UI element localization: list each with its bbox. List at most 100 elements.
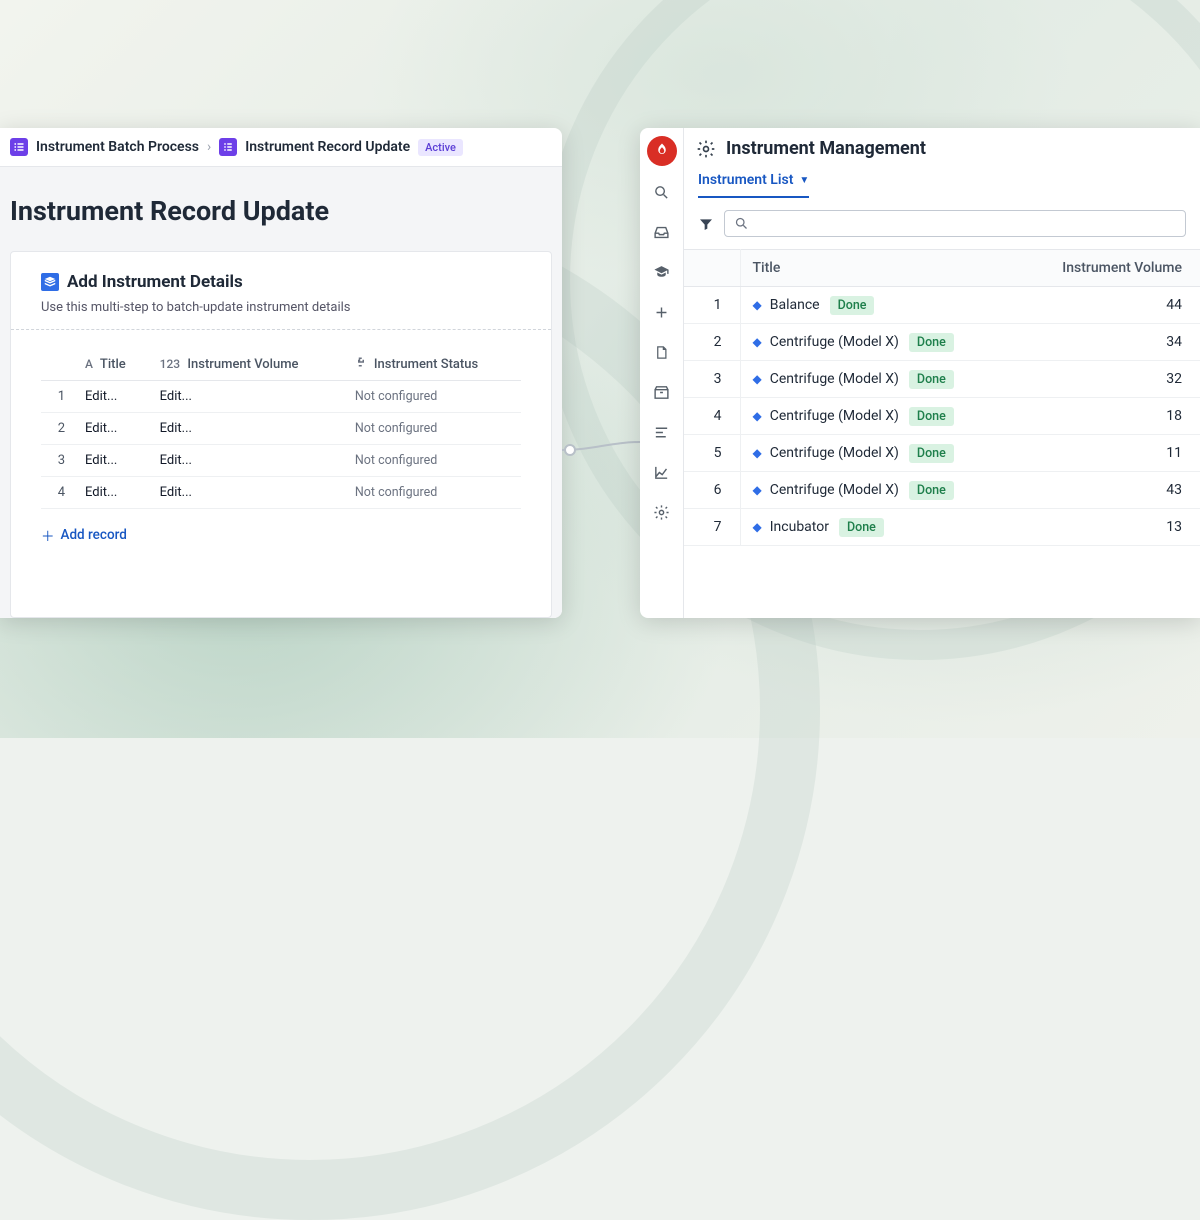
diamond-icon: ◆ bbox=[753, 446, 762, 460]
education-icon[interactable] bbox=[648, 258, 676, 286]
cell-volume[interactable]: Edit... bbox=[150, 413, 345, 445]
chevron-right-icon: › bbox=[207, 139, 211, 155]
cell-volume: 11 bbox=[1017, 435, 1200, 472]
status-pill: Done bbox=[830, 296, 875, 315]
link-type-icon bbox=[355, 357, 370, 371]
status-pill: Done bbox=[909, 333, 954, 352]
list-icon bbox=[10, 138, 28, 156]
cell-title[interactable]: ◆Centrifuge (Model X)Done bbox=[740, 361, 1017, 398]
row-index: 2 bbox=[41, 413, 75, 445]
cell-volume: 44 bbox=[1017, 287, 1200, 324]
cell-volume[interactable]: Edit... bbox=[150, 477, 345, 509]
cell-volume[interactable]: Edit... bbox=[150, 445, 345, 477]
panel-title: Instrument Management bbox=[726, 138, 926, 159]
breadcrumb: Instrument Batch Process › Instrument Re… bbox=[0, 128, 562, 167]
table-row[interactable]: 3◆Centrifuge (Model X)Done32 bbox=[684, 361, 1200, 398]
search-input[interactable] bbox=[724, 210, 1186, 237]
table-row: 1Edit...Edit...Not configured bbox=[41, 381, 521, 413]
cell-title[interactable]: ◆Centrifuge (Model X)Done bbox=[740, 324, 1017, 361]
search-icon[interactable] bbox=[648, 178, 676, 206]
row-index: 6 bbox=[684, 472, 740, 509]
col-status[interactable]: Instrument Status bbox=[345, 348, 521, 381]
caret-down-icon: ▼ bbox=[799, 175, 809, 186]
cell-volume[interactable]: Edit... bbox=[150, 381, 345, 413]
cell-title[interactable]: ◆Centrifuge (Model X)Done bbox=[740, 398, 1017, 435]
row-index: 1 bbox=[41, 381, 75, 413]
table-row[interactable]: 1◆BalanceDone44 bbox=[684, 287, 1200, 324]
page-title: Instrument Record Update bbox=[0, 167, 562, 251]
instrument-table: Title Instrument Volume 1◆BalanceDone442… bbox=[684, 249, 1200, 546]
col-volume[interactable]: Instrument Volume bbox=[1017, 250, 1200, 287]
diamond-icon: ◆ bbox=[753, 298, 762, 312]
diamond-icon: ◆ bbox=[753, 372, 762, 386]
status-badge: Active bbox=[418, 139, 463, 156]
nav-rail bbox=[640, 128, 684, 618]
status-pill: Done bbox=[909, 407, 954, 426]
add-record-button[interactable]: ＋ Add record bbox=[11, 509, 551, 561]
cell-status[interactable]: Not configured bbox=[345, 381, 521, 413]
plus-icon: ＋ bbox=[41, 525, 55, 545]
card-subtitle: Use this multi-step to batch-update inst… bbox=[41, 300, 521, 315]
table-row: 4Edit...Edit...Not configured bbox=[41, 477, 521, 509]
table-row[interactable]: 7◆IncubatorDone13 bbox=[684, 509, 1200, 546]
document-icon[interactable] bbox=[648, 338, 676, 366]
breadcrumb-current[interactable]: Instrument Record Update bbox=[245, 139, 410, 155]
cell-title[interactable]: ◆IncubatorDone bbox=[740, 509, 1017, 546]
table-row[interactable]: 6◆Centrifuge (Model X)Done43 bbox=[684, 472, 1200, 509]
table-row[interactable]: 2◆Centrifuge (Model X)Done34 bbox=[684, 324, 1200, 361]
diamond-icon: ◆ bbox=[753, 520, 762, 534]
table-row[interactable]: 4◆Centrifuge (Model X)Done18 bbox=[684, 398, 1200, 435]
cell-title[interactable]: ◆Centrifuge (Model X)Done bbox=[740, 472, 1017, 509]
row-index: 5 bbox=[684, 435, 740, 472]
cell-title[interactable]: ◆Centrifuge (Model X)Done bbox=[740, 435, 1017, 472]
status-pill: Done bbox=[909, 481, 954, 500]
cell-title[interactable]: Edit... bbox=[75, 445, 150, 477]
filter-icon[interactable] bbox=[698, 216, 714, 232]
text-type-icon: A bbox=[85, 357, 93, 371]
table-row[interactable]: 5◆Centrifuge (Model X)Done11 bbox=[684, 435, 1200, 472]
align-icon[interactable] bbox=[648, 418, 676, 446]
plus-icon[interactable] bbox=[648, 298, 676, 326]
cell-volume: 34 bbox=[1017, 324, 1200, 361]
diamond-icon: ◆ bbox=[753, 483, 762, 497]
cell-status[interactable]: Not configured bbox=[345, 413, 521, 445]
input-grid: A Title 123 Instrument Volume bbox=[41, 348, 521, 509]
cell-volume: 32 bbox=[1017, 361, 1200, 398]
box-icon[interactable] bbox=[648, 378, 676, 406]
diamond-icon: ◆ bbox=[753, 409, 762, 423]
row-index: 4 bbox=[684, 398, 740, 435]
row-index: 3 bbox=[41, 445, 75, 477]
row-index: 7 bbox=[684, 509, 740, 546]
cell-volume: 18 bbox=[1017, 398, 1200, 435]
inbox-icon[interactable] bbox=[648, 218, 676, 246]
app-logo[interactable] bbox=[647, 136, 677, 166]
breadcrumb-parent[interactable]: Instrument Batch Process bbox=[36, 139, 199, 155]
col-volume[interactable]: 123 Instrument Volume bbox=[150, 348, 345, 381]
cell-volume: 13 bbox=[1017, 509, 1200, 546]
chart-icon[interactable] bbox=[648, 458, 676, 486]
col-title[interactable]: A Title bbox=[75, 348, 150, 381]
diamond-icon: ◆ bbox=[753, 335, 762, 349]
cell-title[interactable]: Edit... bbox=[75, 381, 150, 413]
checklist-icon bbox=[219, 138, 237, 156]
col-title[interactable]: Title bbox=[740, 250, 1017, 287]
batch-update-panel: Instrument Batch Process › Instrument Re… bbox=[0, 128, 562, 618]
number-type-icon: 123 bbox=[160, 357, 180, 371]
status-pill: Done bbox=[909, 370, 954, 389]
cell-title[interactable]: ◆BalanceDone bbox=[740, 287, 1017, 324]
card-title: Add Instrument Details bbox=[67, 272, 243, 292]
cell-status[interactable]: Not configured bbox=[345, 445, 521, 477]
search-icon bbox=[734, 216, 749, 231]
gear-icon bbox=[696, 139, 716, 159]
status-pill: Done bbox=[839, 518, 884, 537]
table-row: 3Edit...Edit...Not configured bbox=[41, 445, 521, 477]
gear-icon[interactable] bbox=[648, 498, 676, 526]
cell-title[interactable]: Edit... bbox=[75, 477, 150, 509]
cell-status[interactable]: Not configured bbox=[345, 477, 521, 509]
row-index: 4 bbox=[41, 477, 75, 509]
cell-volume: 43 bbox=[1017, 472, 1200, 509]
status-pill: Done bbox=[909, 444, 954, 463]
table-row: 2Edit...Edit...Not configured bbox=[41, 413, 521, 445]
tab-instrument-list[interactable]: Instrument List ▼ bbox=[698, 172, 809, 198]
cell-title[interactable]: Edit... bbox=[75, 413, 150, 445]
